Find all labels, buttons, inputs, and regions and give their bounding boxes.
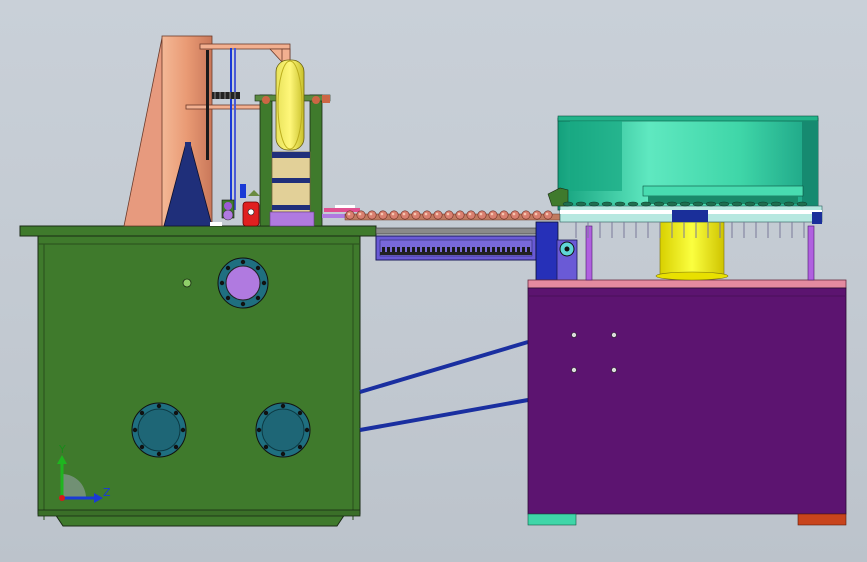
z-axis-label: Z <box>103 486 111 499</box>
foot-left <box>527 513 577 526</box>
right-cabinet[interactable] <box>527 279 847 526</box>
frame-upright-left <box>259 94 273 227</box>
lower-port-right[interactable] <box>255 402 311 458</box>
yellow-pedestal <box>659 221 725 277</box>
bead <box>356 210 366 220</box>
foot-right <box>797 513 847 526</box>
flywheel[interactable] <box>275 59 305 151</box>
bead <box>367 210 377 220</box>
right-cabinet-body <box>527 287 847 515</box>
bead <box>455 210 465 220</box>
salmon-support <box>123 37 165 227</box>
bead <box>400 210 410 220</box>
lower-port-left[interactable] <box>131 402 187 458</box>
bead <box>543 210 553 220</box>
bead <box>345 210 355 220</box>
bead <box>444 210 454 220</box>
right-cabinet-top <box>527 279 847 289</box>
bead <box>521 210 531 220</box>
left-cabinet-top-slab <box>19 225 377 237</box>
bead <box>422 210 432 220</box>
indicator-light <box>182 278 192 288</box>
frame-upright-right <box>309 94 323 227</box>
chain-drive[interactable] <box>375 221 578 281</box>
bead <box>466 210 476 220</box>
bead <box>477 210 487 220</box>
bead <box>389 210 399 220</box>
bead <box>488 210 498 220</box>
bead <box>510 210 520 220</box>
bead-conveyor[interactable] <box>344 210 561 221</box>
bead <box>532 210 542 220</box>
bead <box>411 210 421 220</box>
left-cabinet-body <box>37 235 361 527</box>
gear-rack <box>212 92 240 99</box>
purple-knob[interactable] <box>224 202 232 210</box>
upper-port[interactable] <box>217 257 269 309</box>
left-machinery[interactable] <box>123 35 364 227</box>
bead <box>499 210 509 220</box>
x-axis-point <box>59 495 65 501</box>
connecting-rods <box>359 340 529 432</box>
vibratory-bowl[interactable] <box>547 115 823 281</box>
bead <box>378 210 388 220</box>
bead <box>433 210 443 220</box>
y-axis-label: Y <box>58 443 66 456</box>
cad-viewport[interactable]: Y Z <box>0 0 867 562</box>
